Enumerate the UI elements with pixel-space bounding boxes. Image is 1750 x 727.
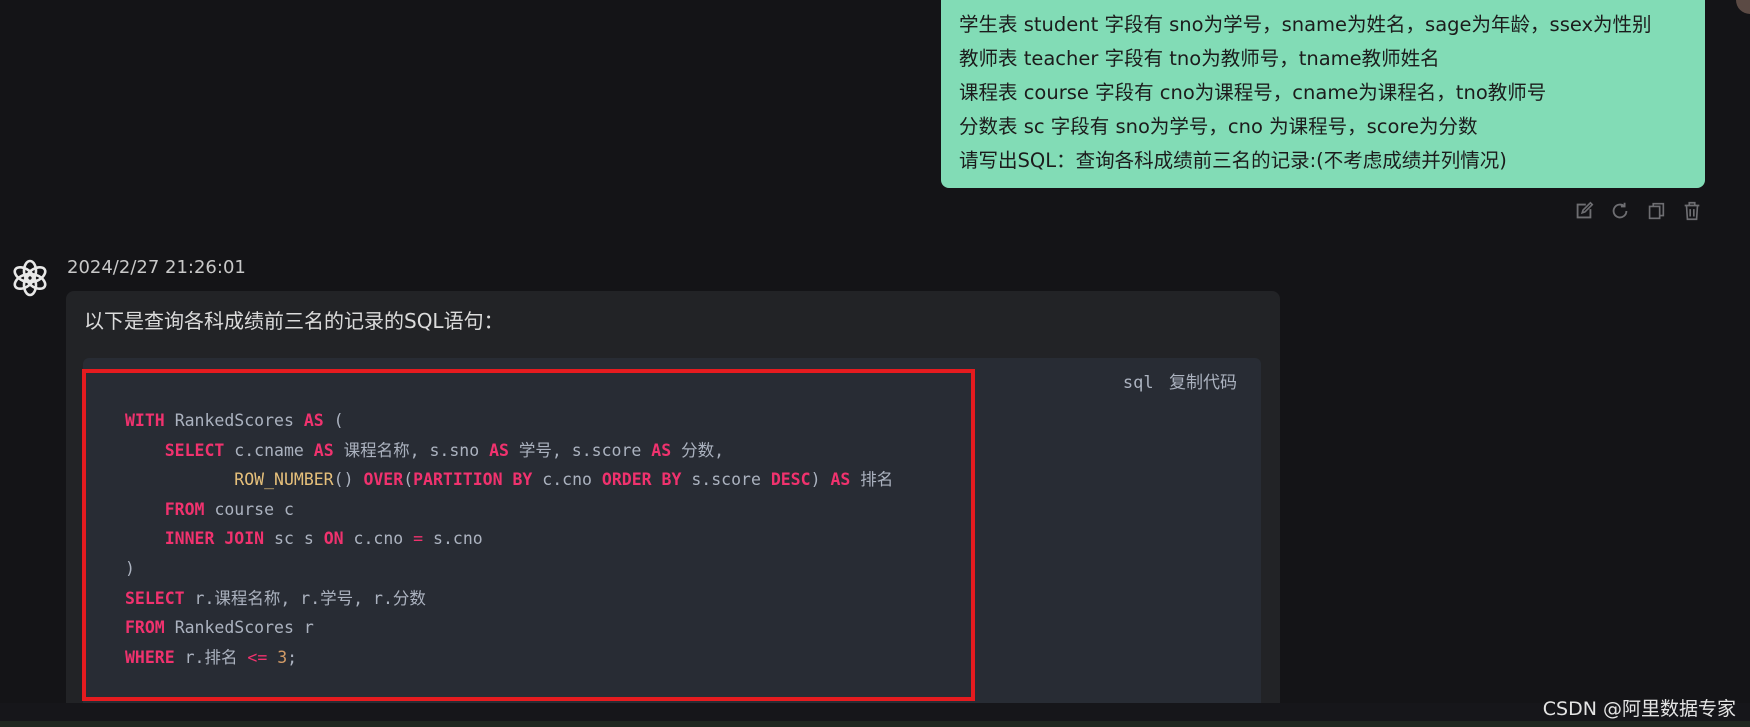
copy-code-button[interactable]: 复制代码 xyxy=(1169,373,1237,393)
code-block: sql 复制代码 WITH RankedScores AS ( SELECT c… xyxy=(83,358,1261,727)
code-line: INNER JOIN sc s ON c.cno = s.cno xyxy=(164,529,483,549)
user-message-line: 教师表 teacher 字段有 tno为教师号，tname教师姓名 xyxy=(959,47,1440,70)
csdn-watermark: CSDN @阿里数据专家 xyxy=(1542,698,1736,720)
user-message-line: 课程表 course 字段有 cno为课程号，cname为课程名，tno教师号 xyxy=(959,81,1547,104)
edit-icon[interactable] xyxy=(1573,200,1595,222)
sql-code: WITH RankedScores AS ( SELECT c.cname AS… xyxy=(125,406,893,672)
code-language-label: sql xyxy=(1122,373,1154,393)
code-line: WHERE r.排名 <= 3; xyxy=(125,647,298,667)
user-message-line: 分数表 sc 字段有 sno为学号，cno 为课程号，score为分数 xyxy=(959,115,1478,138)
code-line: SELECT r.课程名称, r.学号, r.分数 xyxy=(125,588,426,608)
user-message-line: 请写出SQL：查询各科成绩前三名的记录:(不考虑成绩并列情况) xyxy=(959,149,1507,172)
code-line: WITH RankedScores AS ( xyxy=(125,411,344,430)
user-avatar xyxy=(1736,0,1750,14)
refresh-icon[interactable] xyxy=(1609,200,1631,222)
openai-logo-icon xyxy=(13,259,47,297)
code-line: FROM course c xyxy=(164,499,294,519)
footer-divider xyxy=(0,721,1750,727)
delete-icon[interactable] xyxy=(1681,200,1703,222)
code-line: SELECT c.cname AS 课程名称, s.sno AS 学号, s.s… xyxy=(164,440,725,460)
copy-icon[interactable] xyxy=(1645,200,1667,222)
answer-intro-text: 以下是查询各科成绩前三名的记录的SQL语句： xyxy=(84,309,504,333)
user-message-line: 学生表 student 字段有 sno为学号，sname为姓名，sage为年龄，… xyxy=(959,13,1652,36)
message-actions xyxy=(1573,200,1703,222)
code-toolbar: sql 复制代码 xyxy=(1123,368,1237,393)
message-timestamp: 2024/2/27 21:26:01 xyxy=(67,257,246,278)
assistant-message-card: 以下是查询各科成绩前三名的记录的SQL语句： sql 复制代码 WITH Ran… xyxy=(66,291,1280,727)
code-line: ROW_NUMBER() OVER(PARTITION BY c.cno ORD… xyxy=(234,470,894,490)
code-line: FROM RankedScores r xyxy=(125,618,314,638)
code-line: ) xyxy=(125,558,135,578)
user-message-bubble: 学生表 student 字段有 sno为学号，sname为姓名，sage为年龄，… xyxy=(941,0,1705,188)
